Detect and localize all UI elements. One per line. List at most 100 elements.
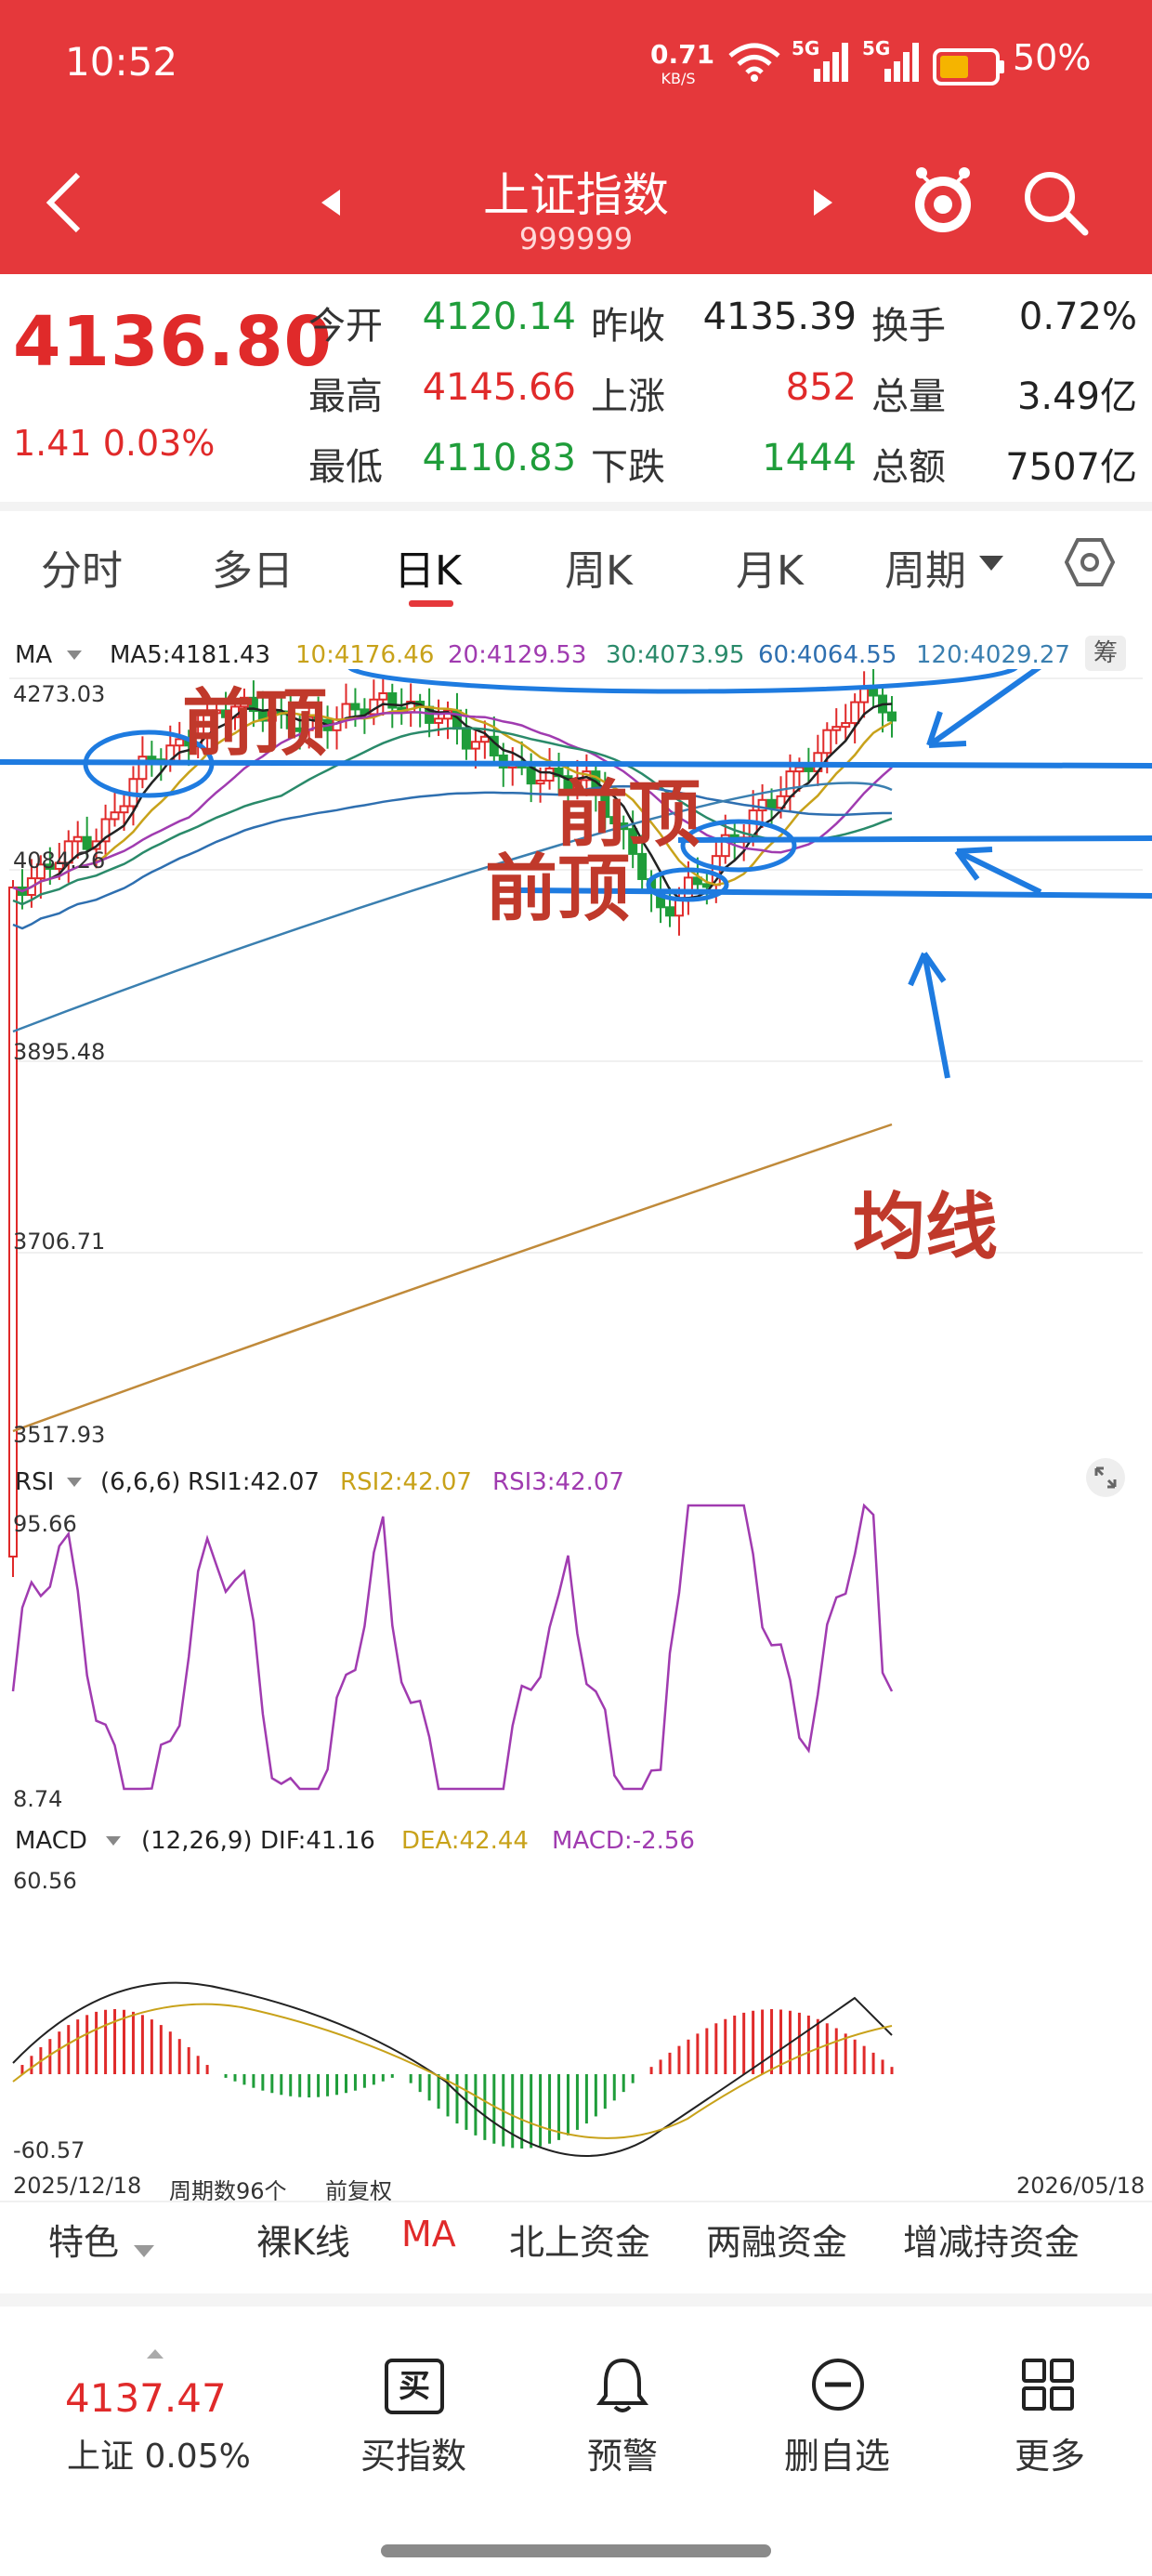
tab-naked-k[interactable]: 裸K线 — [256, 2214, 350, 2265]
value-volume: 3.49亿 — [1016, 375, 1137, 418]
value-turnover: 0.72% — [1018, 296, 1137, 338]
stock-name: 上证指数 — [483, 168, 669, 222]
candle-body — [535, 780, 545, 785]
robot-assistant-icon[interactable] — [909, 164, 977, 238]
alert-button[interactable]: 预警 — [557, 2427, 687, 2478]
price-change: 1.41 0.03% — [13, 423, 216, 464]
candle-body — [822, 729, 832, 755]
divider — [0, 2293, 1152, 2307]
macd-params: (12,26,9) — [141, 1827, 253, 1855]
tab-holding-change[interactable]: 增减持资金 — [903, 2214, 1080, 2265]
rsi-dropdown-icon[interactable] — [65, 1476, 84, 1489]
rsi3-value: RSI3:42.07 — [492, 1468, 624, 1496]
tab-intraday[interactable]: 分时 — [41, 537, 123, 597]
label-volume: 总量 — [871, 375, 946, 418]
tab-daily-k[interactable]: 日K — [394, 537, 462, 597]
tab-margin[interactable]: 两融资金 — [706, 2214, 847, 2265]
candle-body — [766, 798, 777, 809]
ma120-value: 120:4029.27 — [916, 641, 1070, 669]
remove-watchlist-icon[interactable] — [810, 2357, 866, 2412]
ma-dropdown-icon[interactable] — [65, 649, 84, 662]
rsi-label[interactable]: RSI — [15, 1468, 54, 1496]
ma20-value: 20:4129.53 — [448, 641, 587, 669]
value-down-count: 1444 — [762, 437, 857, 480]
battery-icon — [933, 48, 1004, 85]
annotation-previous-top-3: 前顶 — [485, 848, 631, 931]
candle-body — [147, 756, 157, 761]
ma30-value: 30:4073.95 — [606, 641, 745, 669]
tab-weekly-k[interactable]: 周K — [565, 537, 633, 597]
buy-icon[interactable]: 买 — [385, 2359, 444, 2414]
rsi-axis-min: 8.74 — [13, 1786, 63, 1812]
price-axis-2: 4084.26 — [13, 848, 106, 874]
candle-body — [859, 688, 870, 703]
macd-axis-max: 60.56 — [13, 1868, 77, 1894]
ma60-line — [12, 784, 892, 930]
tab-period[interactable]: 周期 — [884, 537, 966, 597]
label-amount: 总额 — [871, 446, 946, 489]
candle-body — [434, 717, 444, 724]
next-stock-icon[interactable] — [810, 186, 838, 219]
candle-body — [850, 701, 860, 725]
caret-up-icon — [147, 2349, 164, 2359]
annotation-previous-top-1: 前顶 — [182, 682, 328, 766]
tab-feature[interactable]: 特色 — [48, 2214, 119, 2265]
annotation-resistance-line-2 — [677, 835, 1152, 843]
bottom-index-change: 上证 0.05% — [67, 2438, 251, 2476]
tab-ma[interactable]: MA — [401, 2214, 456, 2254]
price-axis-min: 3517.93 — [13, 1422, 106, 1448]
value-high: 4145.66 — [422, 366, 576, 409]
search-icon[interactable] — [1020, 167, 1091, 238]
price-axis-max: 4273.03 — [13, 681, 106, 707]
tab-more-clipped[interactable] — [1137, 2214, 1148, 2254]
annotation-circle-ma-values — [347, 669, 1018, 694]
more-button[interactable]: 更多 — [985, 2427, 1115, 2478]
dea-value: DEA:42.44 — [401, 1827, 529, 1855]
candle-body — [461, 728, 471, 750]
label-open: 今开 — [308, 305, 383, 348]
home-indicator — [381, 2544, 771, 2557]
candle-body — [831, 726, 842, 731]
candle-body — [887, 711, 897, 722]
remove-watchlist-button[interactable]: 删自选 — [767, 2427, 907, 2478]
bell-icon[interactable] — [595, 2355, 650, 2414]
rsi-axis-max: 95.66 — [13, 1511, 77, 1537]
ma-label[interactable]: MA — [15, 641, 52, 669]
chevron-down-icon[interactable] — [977, 554, 1005, 574]
label-up-count: 上涨 — [591, 375, 665, 418]
dif-line — [12, 1981, 893, 2157]
label-turnover: 换手 — [871, 305, 946, 348]
start-date: 2025/12/18 — [13, 2173, 142, 2199]
tab-northbound[interactable]: 北上资金 — [509, 2214, 650, 2265]
candle-body — [479, 735, 490, 743]
macd-label[interactable]: MACD — [15, 1827, 87, 1855]
candle-body — [701, 883, 712, 888]
buy-index-button[interactable]: 买指数 — [344, 2427, 483, 2478]
more-grid-icon[interactable] — [1020, 2357, 1076, 2412]
bottom-price: 4137.47 — [65, 2375, 227, 2421]
dif-value: DIF:41.16 — [260, 1827, 375, 1855]
candle-body — [378, 692, 388, 701]
stock-code: 999999 — [518, 221, 634, 256]
annotation-moving-average: 均线 — [853, 1186, 999, 1269]
rsi-params: (6,6,6) — [100, 1468, 181, 1496]
tab-multi-day[interactable]: 多日 — [212, 537, 294, 597]
settings-hexagon-icon[interactable] — [1065, 537, 1115, 587]
end-date: 2026/05/18 — [1016, 2173, 1145, 2199]
value-low: 4110.83 — [422, 437, 576, 480]
label-high: 最高 — [308, 375, 383, 418]
divider — [0, 502, 1152, 511]
label-prev-close: 昨收 — [591, 305, 665, 348]
candle-body — [8, 887, 18, 1557]
candle-body — [794, 766, 805, 773]
macd-dropdown-icon[interactable] — [104, 1834, 123, 1847]
chip-distribution-button[interactable]: 筹 — [1085, 636, 1126, 671]
candle-body — [665, 906, 675, 917]
tab-monthly-k[interactable]: 月K — [736, 537, 804, 597]
label-down-count: 下跌 — [591, 446, 665, 489]
value-open: 4120.14 — [422, 296, 576, 338]
feature-dropdown-icon[interactable] — [132, 2243, 156, 2260]
expand-icon[interactable] — [1085, 1457, 1126, 1498]
price-axis-3: 3895.48 — [13, 1039, 106, 1065]
rsi2-value: RSI2:42.07 — [340, 1468, 472, 1496]
